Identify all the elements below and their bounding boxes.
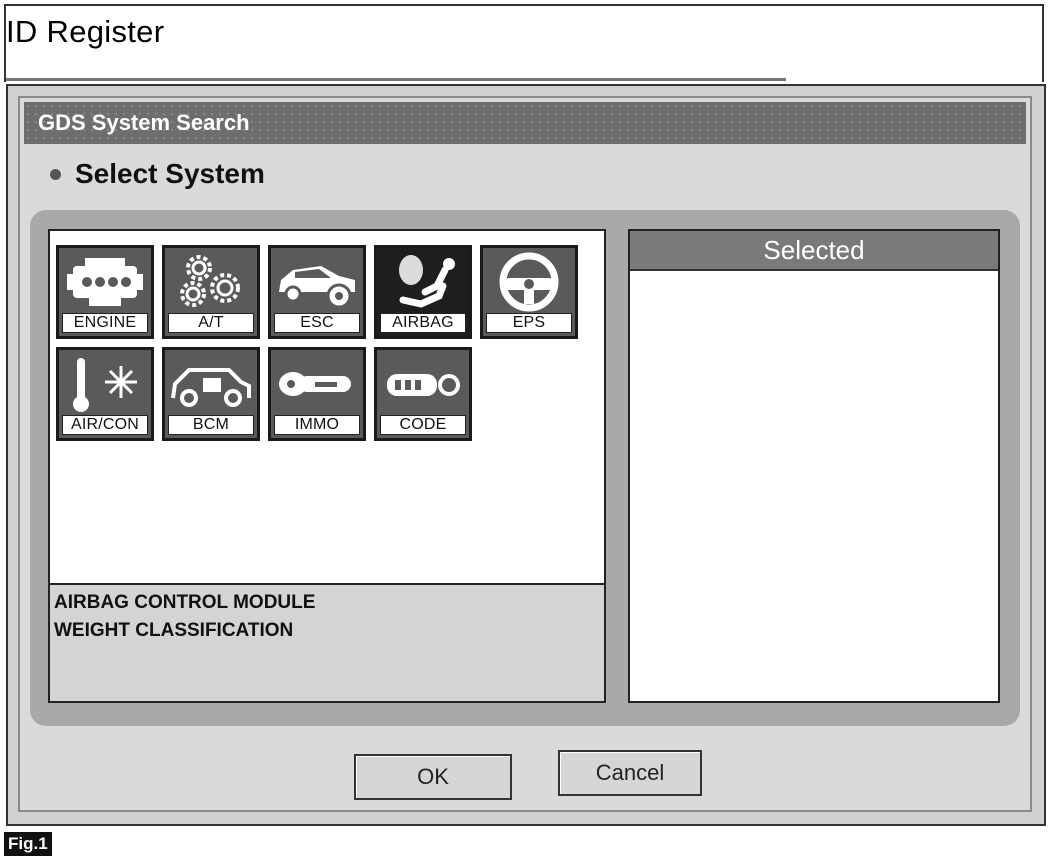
car-icon	[279, 266, 355, 309]
system-tile-immo[interactable]: IMMO	[268, 347, 366, 441]
figure-label: Fig.1	[4, 832, 52, 856]
air-con-icon	[73, 358, 137, 412]
system-tile-label: IMMO	[274, 415, 360, 435]
car-body-icon	[171, 368, 251, 407]
dialog-title: GDS System Search	[38, 110, 250, 135]
system-tile-label: CODE	[380, 415, 466, 435]
system-tile-at[interactable]: A/T	[162, 245, 260, 339]
system-tile-label: A/T	[168, 313, 254, 333]
system-icon-grid: ENGINE A/T ESC AIRBAG EPS AIR/CON BCM IM…	[56, 245, 586, 449]
system-tile-code[interactable]: CODE	[374, 347, 472, 441]
system-tile-eps[interactable]: EPS	[480, 245, 578, 339]
system-tile-label: BCM	[168, 415, 254, 435]
airbag-icon	[399, 255, 455, 308]
gears-icon	[180, 255, 240, 307]
steering-wheel-icon	[499, 252, 559, 312]
cancel-button[interactable]: Cancel	[558, 750, 702, 796]
selected-systems-panel[interactable]: Selected	[628, 229, 1000, 703]
section-title: Select System	[50, 158, 265, 190]
system-search-dialog: GDS System Search Select System ENGINE A…	[6, 84, 1046, 826]
system-tile-label: EPS	[486, 313, 572, 333]
description-line: WEIGHT CLASSIFICATION	[54, 620, 294, 641]
engine-icon	[67, 258, 143, 306]
system-tile-bcm[interactable]: BCM	[162, 347, 260, 441]
dialog-title-bar: GDS System Search	[24, 102, 1026, 144]
header-divider	[6, 78, 786, 81]
description-line: AIRBAG CONTROL MODULE	[54, 592, 316, 613]
dialog-body: GDS System Search Select System ENGINE A…	[18, 96, 1032, 812]
system-description: AIRBAG CONTROL MODULE WEIGHT CLASSIFICAT…	[50, 583, 604, 701]
system-tile-label: ENGINE	[62, 313, 148, 333]
remote-key-icon	[387, 374, 460, 396]
system-tile-label: AIR/CON	[62, 415, 148, 435]
system-list-panel: ENGINE A/T ESC AIRBAG EPS AIR/CON BCM IM…	[48, 229, 606, 703]
bullet-icon	[50, 168, 61, 180]
system-tile-aircon[interactable]: AIR/CON	[56, 347, 154, 441]
page-title: ID Register	[6, 14, 165, 49]
page-header: ID Register	[4, 4, 1044, 82]
system-tile-label: ESC	[274, 313, 360, 333]
system-tile-engine[interactable]: ENGINE	[56, 245, 154, 339]
key-icon	[279, 372, 351, 396]
ok-button[interactable]: OK	[354, 754, 512, 800]
system-tile-esc[interactable]: ESC	[268, 245, 366, 339]
selected-header: Selected	[630, 231, 998, 271]
section-title-text: Select System	[75, 158, 265, 189]
system-tile-label: AIRBAG	[380, 313, 466, 333]
system-tile-airbag[interactable]: AIRBAG	[374, 245, 472, 339]
